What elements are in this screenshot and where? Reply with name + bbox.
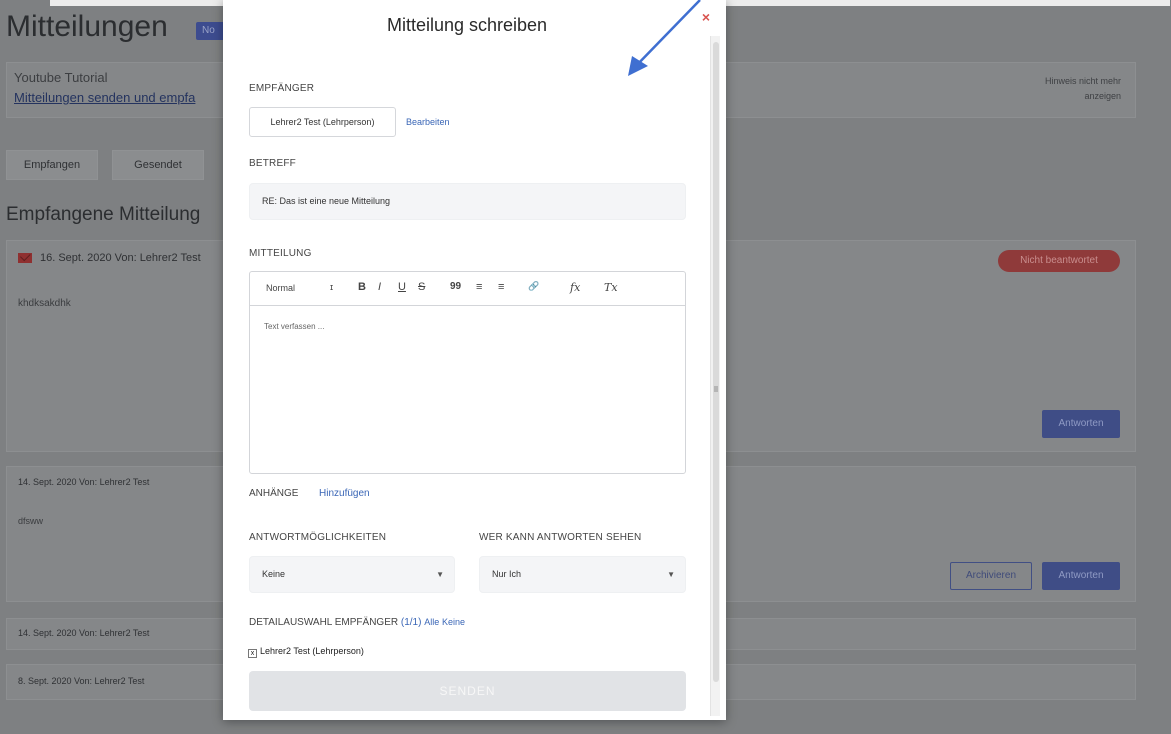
recipient-detail-count: (1/1) [400,617,422,628]
message-body: dfsww [18,516,44,526]
message-header: 14. Sept. 2020 Von: Lehrer2 Test [18,628,150,638]
message-header-text: 16. Sept. 2020 Von: Lehrer2 Test [40,252,201,264]
visibility-label: WER KANN ANTWORTEN SEHEN [479,532,642,543]
italic-icon[interactable]: I [378,281,381,293]
recipient-detail-label: DETAILAUSWAHL EMPFÄNGER (1/1) Alle Keine [249,617,465,628]
link-icon[interactable]: 🔗 [528,281,539,292]
message-header: 8. Sept. 2020 Von: Lehrer2 Test [18,676,145,686]
caret-down-icon: ▼ [667,570,675,579]
tab-sent[interactable]: Gesendet [112,150,204,180]
recipient-checkbox-label: Lehrer2 Test (Lehrperson) [260,646,364,656]
status-badge: Nicht beantwortet [998,250,1120,272]
recipient-label: EMPFÄNGER [249,83,315,94]
underline-icon[interactable]: U [398,281,406,293]
select-all-link[interactable]: Alle [424,617,439,627]
attachments-label: ANHÄNGE [249,488,299,499]
section-title: Empfangene Mitteilung [6,204,201,225]
bold-icon[interactable]: B [358,281,366,293]
size-icon[interactable]: ɪ [330,282,333,292]
edit-recipients-link[interactable]: Bearbeiten [406,117,450,127]
message-label: MITTEILUNG [249,248,312,259]
bullet-list-icon[interactable]: ≡ [498,281,504,293]
recipient-checkbox[interactable]: x [248,649,257,658]
send-button[interactable]: SENDEN [249,671,686,711]
visibility-value: Nur Ich [492,569,522,579]
modal-scrollbar[interactable] [710,36,720,716]
mail-icon [18,253,32,264]
reply-options-select[interactable]: Keine ▼ [249,556,455,593]
add-attachment-link[interactable]: Hinzufügen [319,488,370,499]
title-badge: No [196,22,226,40]
scroll-thumb[interactable] [713,42,719,682]
formula-icon[interactable]: fx [570,281,580,294]
strike-icon[interactable]: S [418,281,425,293]
clear-format-icon[interactable]: Tx [604,281,618,294]
format-select[interactable]: Normal [266,283,295,293]
hide-hint-link[interactable]: Hinweis nicht mehr anzeigen [1031,74,1121,104]
reply-options-value: Keine [262,569,286,579]
caret-down-icon: ▼ [436,570,444,579]
ordered-list-icon[interactable]: ≡ [476,281,482,293]
page-title: Mitteilungen [6,10,168,43]
visibility-select[interactable]: Nur Ich ▼ [479,556,686,593]
tab-received[interactable]: Empfangen [6,150,98,180]
subject-input[interactable]: RE: Das ist eine neue Mitteilung [249,183,686,220]
compose-message-modal: Mitteilung schreiben × EMPFÄNGER Lehrer2… [223,0,726,720]
message-body: khdksakdhk [18,298,71,309]
recipient-checkbox-row[interactable]: x Lehrer2 Test (Lehrperson) [248,646,364,658]
editor-placeholder[interactable]: Text verfassen ... [264,322,324,331]
reply-button[interactable]: Antworten [1042,410,1120,438]
archive-button[interactable]: Archivieren [950,562,1032,590]
tutorial-link[interactable]: Mitteilungen senden und empfa [14,90,195,105]
reply-button[interactable]: Antworten [1042,562,1120,590]
recipient-chip[interactable]: Lehrer2 Test (Lehrperson) [249,107,396,137]
editor-toolbar: Normal ɪ B I U S 99 ≡ ≡ 🔗 fx Tx [250,272,685,306]
subject-label: BETREFF [249,158,296,169]
recipient-detail-text: DETAILAUSWAHL EMPFÄNGER [249,617,399,628]
annotation-arrow-icon [628,0,701,76]
select-none-link[interactable]: Keine [442,617,465,627]
scroll-grip-icon [714,386,718,392]
quote-icon[interactable]: 99 [450,281,461,292]
message-header: 16. Sept. 2020 Von: Lehrer2 Test [18,252,201,264]
tutorial-label: Youtube Tutorial [14,70,108,85]
message-editor: Normal ɪ B I U S 99 ≡ ≡ 🔗 fx Tx Text ver… [249,271,686,474]
message-header: 14. Sept. 2020 Von: Lehrer2 Test [18,477,150,487]
reply-options-label: ANTWORTMÖGLICHKEITEN [249,532,387,543]
